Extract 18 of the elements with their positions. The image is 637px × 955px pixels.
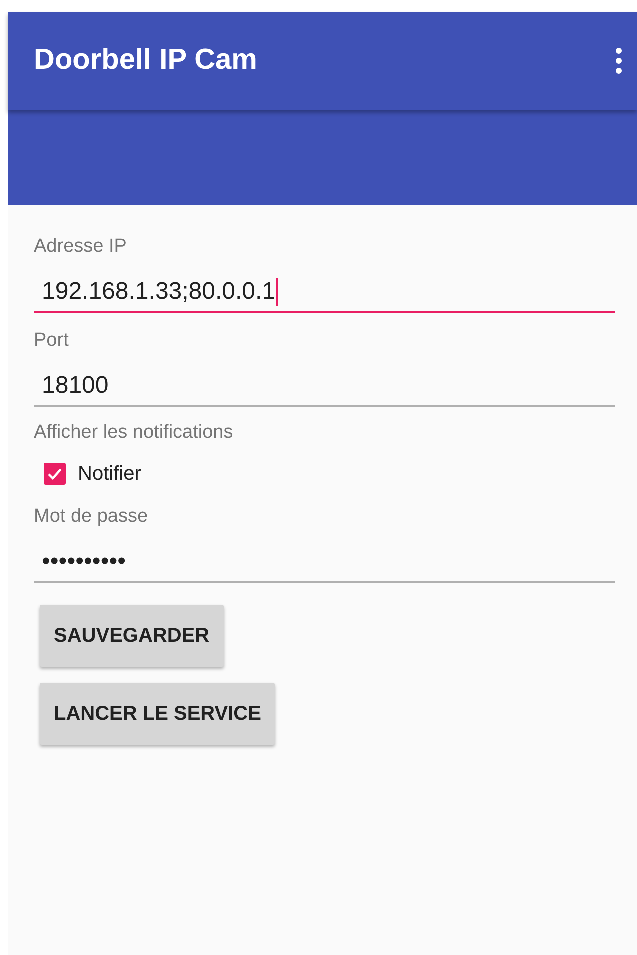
checkbox[interactable] [44,463,66,485]
checkbox-label: Notifier [78,462,142,487]
check-icon [47,466,63,482]
field-value: •••••••••• [42,548,126,576]
field-label: Port [34,329,70,353]
input-field[interactable]: 192.168.1.33;80.0.0.1 [34,273,615,313]
input-field[interactable]: 18100 [34,367,615,407]
field-label: Mot de passe [34,505,150,529]
input-field[interactable]: •••••••••• [34,543,615,583]
field-value: 18100 [42,372,109,400]
action-button[interactable]: LANCER LE SERVICE [40,683,276,745]
app-title: Doorbell IP Cam [34,43,258,78]
field-value: 192.168.1.33;80.0.0.1 [42,278,276,306]
field-label: Afficher les notifications [34,421,234,445]
more-options-icon[interactable] [615,48,623,74]
action-button[interactable]: SAUVEGARDER [40,605,224,667]
text-cursor [276,278,278,306]
field-label: Adresse IP [34,235,128,259]
